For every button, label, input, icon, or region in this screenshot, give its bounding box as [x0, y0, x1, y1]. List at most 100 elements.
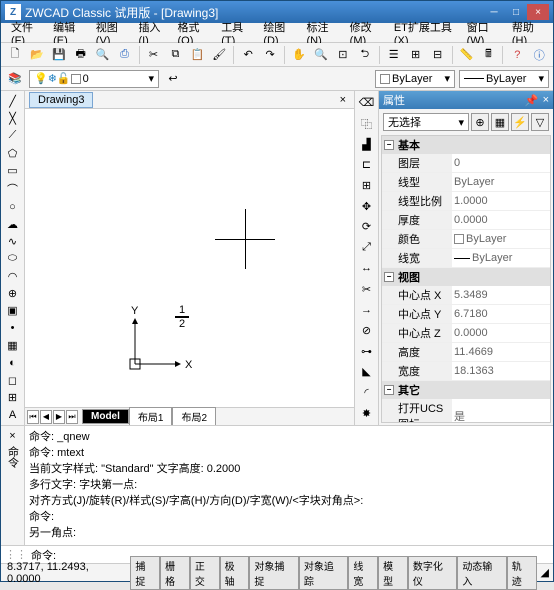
filter-icon[interactable]: ▽ [531, 113, 549, 131]
prop-row[interactable]: 中心点 Y6.7180 [382, 305, 550, 324]
status-轨迹[interactable]: 轨迹 [507, 556, 537, 590]
new-icon[interactable]: 🗋 [5, 45, 25, 65]
offset-icon[interactable]: ⊏ [357, 155, 377, 175]
props-icon[interactable]: ☰ [384, 45, 404, 65]
prop-row[interactable]: 中心点 X5.3489 [382, 286, 550, 305]
command-history[interactable]: 命令: _qnew 命令: mtext 当前文字样式: "Standard" 文… [25, 426, 553, 545]
extend-icon[interactable]: → [357, 300, 377, 320]
zoom-prev-icon[interactable]: ⮌ [355, 45, 375, 65]
prop-row[interactable]: 打开UCS图标是 [382, 399, 550, 423]
status-模型[interactable]: 模型 [378, 556, 408, 590]
dc-icon[interactable]: ⊞ [406, 45, 426, 65]
copy2-icon[interactable]: ⿻ [357, 114, 377, 134]
tab-layout2[interactable]: 布局2 [172, 407, 216, 426]
lineweight-combo[interactable]: ByLayer ▾ [459, 70, 549, 88]
status-对象捕捉[interactable]: 对象捕捉 [249, 556, 298, 590]
tab-first-icon[interactable]: ⏮ [27, 410, 39, 424]
prop-pin-icon[interactable]: 📌 [525, 94, 539, 107]
prop-row[interactable]: 中心点 Z0.0000 [382, 324, 550, 343]
prop-row[interactable]: 高度11.4669 [382, 343, 550, 362]
qselect-icon[interactable]: ⚡ [511, 113, 529, 131]
tool-pal-icon[interactable]: ⊟ [428, 45, 448, 65]
status-栅格[interactable]: 栅格 [160, 556, 190, 590]
polygon-icon[interactable]: ⬠ [3, 145, 23, 161]
cmd-handle-icon[interactable]: ⋮⋮ [5, 548, 27, 561]
tab-layout1[interactable]: 布局1 [129, 407, 173, 426]
prop-group-基本[interactable]: 基本 [398, 137, 420, 153]
ellipse-arc-icon[interactable]: ◠ [3, 268, 23, 284]
pline-icon[interactable]: ⟋ [3, 128, 23, 144]
tab-prev-icon[interactable]: ◀ [40, 410, 52, 424]
table-icon[interactable]: ⊞ [3, 389, 23, 405]
layer-combo[interactable]: 💡❄🔓 0 ▾ [29, 70, 159, 88]
color-combo[interactable]: ByLayer ▾ [375, 70, 455, 88]
stretch-icon[interactable]: ↔ [357, 259, 377, 279]
layer-prev-icon[interactable]: ↩ [163, 69, 183, 89]
fillet-icon[interactable]: ◜ [357, 383, 377, 403]
mtext-icon[interactable]: A [3, 407, 23, 423]
region-icon[interactable]: ◻ [3, 372, 23, 388]
circle-icon[interactable]: ○ [3, 199, 23, 215]
scale-icon[interactable]: ⤢ [357, 238, 377, 258]
revcloud-icon[interactable]: ☁ [3, 216, 23, 232]
prop-row[interactable]: 线宽ByLayer [382, 249, 550, 268]
select-icon[interactable]: ▦ [491, 113, 509, 131]
status-极轴[interactable]: 极轴 [220, 556, 250, 590]
print-icon[interactable]: 🖶 [71, 45, 91, 65]
publish-icon[interactable]: ⎙ [115, 45, 135, 65]
gradient-icon[interactable]: ◐ [3, 355, 23, 371]
preview-icon[interactable]: 🔍 [93, 45, 113, 65]
prop-row[interactable]: 宽度18.1363 [382, 362, 550, 381]
prop-group-其它[interactable]: 其它 [398, 382, 420, 398]
ellipse-icon[interactable]: ⬭ [3, 251, 23, 267]
rect-icon[interactable]: ▭ [3, 162, 23, 178]
calc-icon[interactable]: 🖩 [478, 45, 498, 65]
paste-icon[interactable]: 📋 [187, 45, 207, 65]
hatch-icon[interactable]: ▦ [3, 337, 23, 353]
zoom-icon[interactable]: 🔍 [311, 45, 331, 65]
save-icon[interactable]: 💾 [49, 45, 69, 65]
resize-grip-icon[interactable]: ◢ [537, 566, 553, 579]
open-icon[interactable]: 📂 [27, 45, 47, 65]
rotate-icon[interactable]: ⟳ [357, 217, 377, 237]
move-icon[interactable]: ✥ [357, 196, 377, 216]
line-icon[interactable]: ╱ [3, 93, 23, 109]
status-对象追踪[interactable]: 对象追踪 [299, 556, 348, 590]
prop-row[interactable]: 线型ByLayer [382, 173, 550, 192]
status-动态输入[interactable]: 动态输入 [457, 556, 506, 590]
block-icon[interactable]: ▣ [3, 303, 23, 319]
prop-row[interactable]: 线型比例1.0000 [382, 192, 550, 211]
pick-add-icon[interactable]: ⊕ [471, 113, 489, 131]
cut-icon[interactable]: ✂ [144, 45, 164, 65]
mirror-icon[interactable]: ▟ [357, 134, 377, 154]
point-icon[interactable]: • [3, 320, 23, 336]
coords-display[interactable]: 8.3717, 11.2493, 0.0000 [1, 561, 130, 585]
match-icon[interactable]: 🖌 [209, 45, 229, 65]
erase-icon[interactable]: ⌫ [357, 93, 377, 113]
prop-group-视图[interactable]: 视图 [398, 269, 420, 285]
undo-icon[interactable]: ↶ [238, 45, 258, 65]
tab-last-icon[interactable]: ⏭ [66, 410, 78, 424]
status-线宽[interactable]: 线宽 [348, 556, 378, 590]
trim-icon[interactable]: ✂ [357, 279, 377, 299]
tab-model[interactable]: Model [82, 409, 129, 424]
pan-icon[interactable]: ✋ [289, 45, 309, 65]
redo-icon[interactable]: ↷ [260, 45, 280, 65]
chamfer-icon[interactable]: ◣ [357, 362, 377, 382]
drawing-canvas[interactable]: 1 2 X Y [25, 109, 354, 407]
tab-next-icon[interactable]: ▶ [53, 410, 65, 424]
explode-icon[interactable]: ✸ [357, 403, 377, 423]
copy-icon[interactable]: ⧉ [165, 45, 185, 65]
prop-close-icon[interactable]: × [543, 94, 549, 107]
status-捕捉[interactable]: 捕捉 [130, 556, 160, 590]
arc-icon[interactable]: ⌒ [3, 180, 23, 198]
zoom-win-icon[interactable]: ⊡ [333, 45, 353, 65]
status-数字化仪[interactable]: 数字化仪 [408, 556, 457, 590]
break-icon[interactable]: ⊘ [357, 321, 377, 341]
prop-row[interactable]: 颜色ByLayer [382, 230, 550, 249]
dist-icon[interactable]: 📏 [457, 45, 477, 65]
cmd-close-icon[interactable]: × [9, 430, 15, 442]
selection-combo[interactable]: 无选择 ▾ [383, 113, 469, 131]
doc-tab[interactable]: Drawing3 [29, 92, 93, 108]
doc-close-icon[interactable]: × [336, 94, 350, 106]
